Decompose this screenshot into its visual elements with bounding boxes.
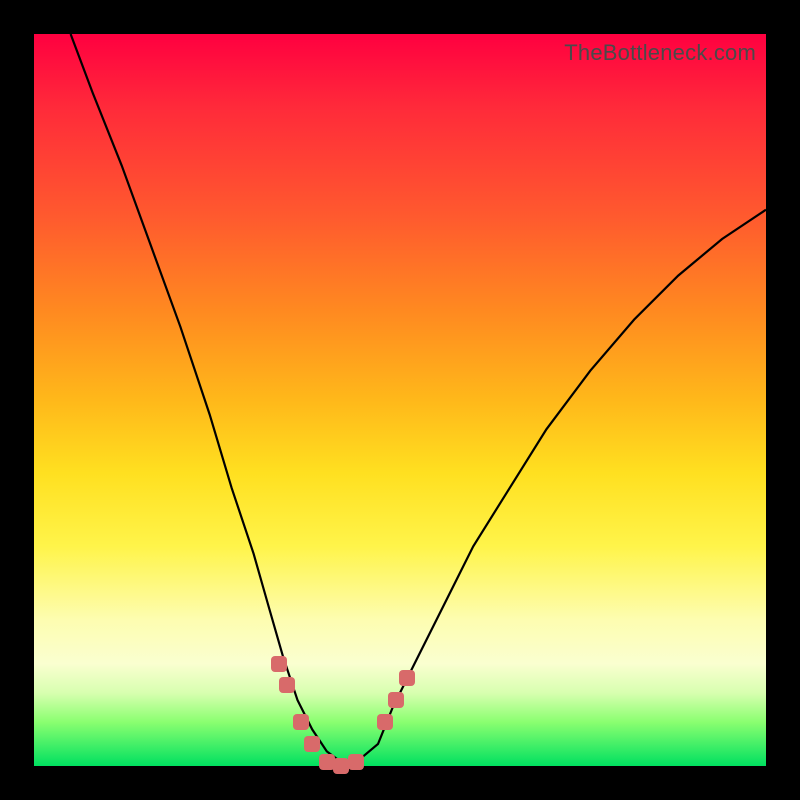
plot-area: TheBottleneck.com — [34, 34, 766, 766]
bottleneck-curve — [34, 34, 766, 766]
marker-right-cluster-2 — [388, 692, 404, 708]
marker-right-cluster-1 — [377, 714, 393, 730]
marker-trough-2 — [333, 758, 349, 774]
marker-left-cluster-2 — [279, 677, 295, 693]
marker-right-cluster-3 — [399, 670, 415, 686]
marker-left-cluster-3 — [293, 714, 309, 730]
chart-frame: TheBottleneck.com — [0, 0, 800, 800]
marker-trough-1 — [319, 754, 335, 770]
marker-trough-3 — [348, 754, 364, 770]
marker-left-cluster-4 — [304, 736, 320, 752]
marker-left-cluster-1 — [271, 656, 287, 672]
